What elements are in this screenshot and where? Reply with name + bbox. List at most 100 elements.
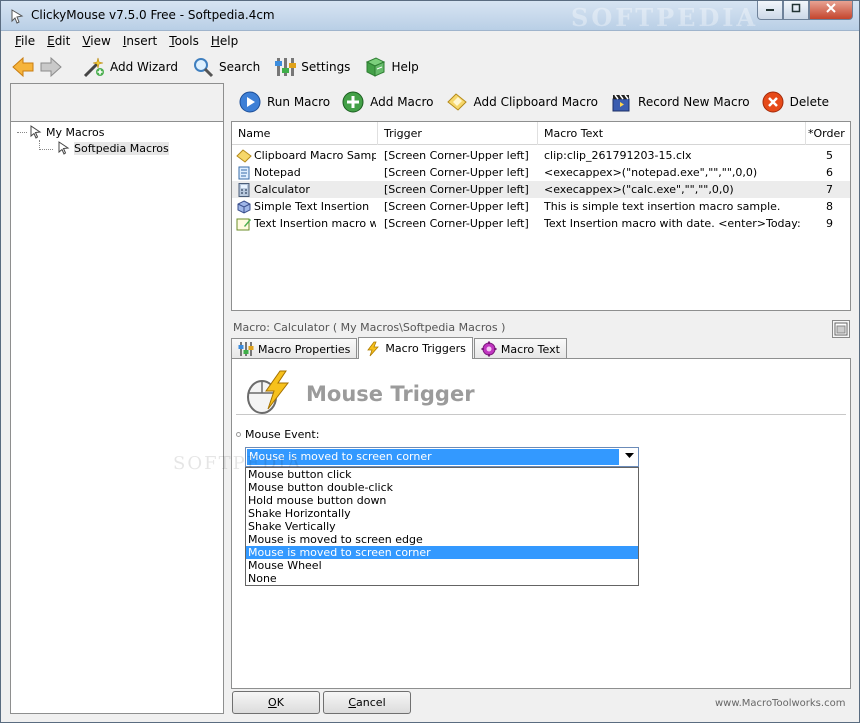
menu-view[interactable]: View <box>76 32 116 50</box>
forward-button[interactable] <box>37 53 65 81</box>
divider <box>236 414 846 415</box>
option-mouse-button-double-click[interactable]: Mouse button double-click <box>246 481 638 494</box>
delete-button[interactable]: Delete <box>756 88 835 116</box>
table-row-selected[interactable]: Calculator [Screen Corner-Upper left] <e… <box>232 181 850 198</box>
cell-order: 5 <box>826 149 833 162</box>
add-clipboard-macro-button[interactable]: Add Clipboard Macro <box>440 88 605 116</box>
add-wizard-button[interactable]: Add Wizard <box>79 53 182 81</box>
option-shake-vertically[interactable]: Shake Vertically <box>246 520 638 533</box>
detail-tabs: Macro Properties Macro Triggers Macro Te… <box>231 337 568 359</box>
website-link[interactable]: www.MacroToolworks.com <box>715 698 845 709</box>
mouse-event-options-list: Mouse button click Mouse button double-c… <box>245 467 639 586</box>
run-macro-button[interactable]: Run Macro <box>233 88 336 116</box>
maximize-button[interactable] <box>783 1 809 20</box>
main-toolbar: Add Wizard Search Settings Help <box>9 51 851 83</box>
table-row[interactable]: Simple Text Insertion [Screen Corner-Upp… <box>232 198 850 215</box>
option-moved-to-screen-edge[interactable]: Mouse is moved to screen edge <box>246 533 638 546</box>
mouse-event-selected-value: Mouse is moved to screen corner <box>247 449 619 465</box>
record-new-macro-button[interactable]: Record New Macro <box>604 88 756 116</box>
cell-macro-text: Text Insertion macro with date. <enter>T… <box>544 217 804 230</box>
help-button[interactable]: Help <box>360 53 422 81</box>
search-label: Search <box>218 60 261 74</box>
settings-label: Settings <box>301 60 351 74</box>
column-header-trigger[interactable]: Trigger <box>378 122 538 145</box>
list-header: Name Trigger Macro Text *Order <box>232 122 850 145</box>
tree-node-softpedia-macros[interactable]: Softpedia Macros <box>55 140 169 156</box>
run-macro-label: Run Macro <box>267 95 331 109</box>
table-row[interactable]: Clipboard Macro Sample [Screen Corner-Up… <box>232 147 850 164</box>
menu-insert[interactable]: Insert <box>117 32 163 50</box>
cell-order: 7 <box>826 183 833 196</box>
tab-label: Macro Properties <box>258 342 351 356</box>
option-moved-to-screen-corner[interactable]: Mouse is moved to screen corner <box>246 546 638 559</box>
tree-node-label: My Macros <box>46 125 105 139</box>
tree-line <box>17 132 27 133</box>
mouse-trigger-icon <box>242 369 292 418</box>
tab-macro-triggers[interactable]: Macro Triggers <box>358 337 473 359</box>
mouse-event-label-text: Mouse Event: <box>245 428 320 441</box>
title-bar: ClickyMouse v7.5.0 Free - Softpedia.4cm … <box>1 1 859 32</box>
play-icon <box>238 90 262 114</box>
bullet-icon <box>236 432 241 437</box>
cell-order: 6 <box>826 166 833 179</box>
tab-macro-text[interactable]: Macro Text <box>473 338 567 359</box>
column-header-macro-text[interactable]: Macro Text <box>538 122 806 145</box>
close-button[interactable] <box>809 1 853 20</box>
cell-trigger: [Screen Corner-Upper left] <box>384 183 529 196</box>
clipboard-icon <box>236 148 252 164</box>
search-button[interactable]: Search <box>188 53 264 81</box>
cell-macro-text: <execappex>("calc.exe","","",0,0) <box>544 183 734 196</box>
cell-trigger: [Screen Corner-Upper left] <box>384 149 529 162</box>
option-mouse-button-click[interactable]: Mouse button click <box>246 468 638 481</box>
ok-button[interactable]: OK <box>232 691 320 714</box>
cancel-button[interactable]: Cancel <box>323 691 411 714</box>
column-header-name[interactable]: Name <box>232 122 378 145</box>
macro-tree: My Macros Softpedia Macros <box>11 121 223 713</box>
add-macro-button[interactable]: Add Macro <box>336 88 439 116</box>
window-title: ClickyMouse v7.5.0 Free - Softpedia.4cm <box>31 8 275 22</box>
tab-macro-properties[interactable]: Macro Properties <box>231 338 358 359</box>
menu-help[interactable]: Help <box>205 32 244 50</box>
main-window: ClickyMouse v7.5.0 Free - Softpedia.4cm … <box>0 0 860 723</box>
cell-name: Calculator <box>236 181 376 198</box>
macro-tree-pane: My Macros Softpedia Macros <box>10 83 224 714</box>
mouse-event-dropdown[interactable]: Mouse is moved to screen corner <box>245 447 639 467</box>
calculator-icon <box>236 182 252 198</box>
notepad-icon <box>236 165 252 181</box>
dropdown-arrow-icon[interactable] <box>620 448 638 466</box>
tree-node-label: Softpedia Macros <box>74 141 169 155</box>
lightning-icon <box>365 341 381 357</box>
settings-sliders-icon <box>274 56 297 78</box>
cell-name: Notepad <box>236 164 376 181</box>
title-watermark: SOFTPEDIA <box>571 3 759 32</box>
text-cube-icon <box>236 199 252 215</box>
dock-toggle-button[interactable] <box>832 320 850 338</box>
clapperboard-icon <box>609 90 633 114</box>
help-label: Help <box>391 60 419 74</box>
menu-bar: File Edit View Insert Tools Help <box>9 32 244 50</box>
back-button[interactable] <box>9 53 37 81</box>
settings-sliders-icon <box>238 341 254 357</box>
back-arrow-icon <box>12 56 34 78</box>
menu-edit[interactable]: Edit <box>41 32 76 50</box>
cell-trigger: [Screen Corner-Upper left] <box>384 166 529 179</box>
record-new-macro-label: Record New Macro <box>638 95 750 109</box>
minimize-button[interactable] <box>757 1 783 20</box>
settings-button[interactable]: Settings <box>270 53 354 81</box>
delete-label: Delete <box>789 95 830 109</box>
cell-name: Simple Text Insertion <box>236 198 376 215</box>
option-hold-mouse-button-down[interactable]: Hold mouse button down <box>246 494 638 507</box>
option-none[interactable]: None <box>246 572 638 585</box>
option-mouse-wheel[interactable]: Mouse Wheel <box>246 559 638 572</box>
menu-tools[interactable]: Tools <box>163 32 205 50</box>
table-row[interactable]: Text Insertion macro wit... [Screen Corn… <box>232 215 850 232</box>
option-shake-horizontally[interactable]: Shake Horizontally <box>246 507 638 520</box>
column-header-order[interactable]: *Order <box>806 122 850 145</box>
menu-file[interactable]: File <box>9 32 41 50</box>
add-wizard-label: Add Wizard <box>110 60 178 74</box>
cell-macro-text: clip:clip_261791203-15.clx <box>544 149 692 162</box>
tree-node-my-macros[interactable]: My Macros <box>27 124 105 140</box>
search-icon <box>192 56 214 78</box>
table-row[interactable]: Notepad [Screen Corner-Upper left] <exec… <box>232 164 850 181</box>
cell-macro-text: This is simple text insertion macro samp… <box>544 200 781 213</box>
